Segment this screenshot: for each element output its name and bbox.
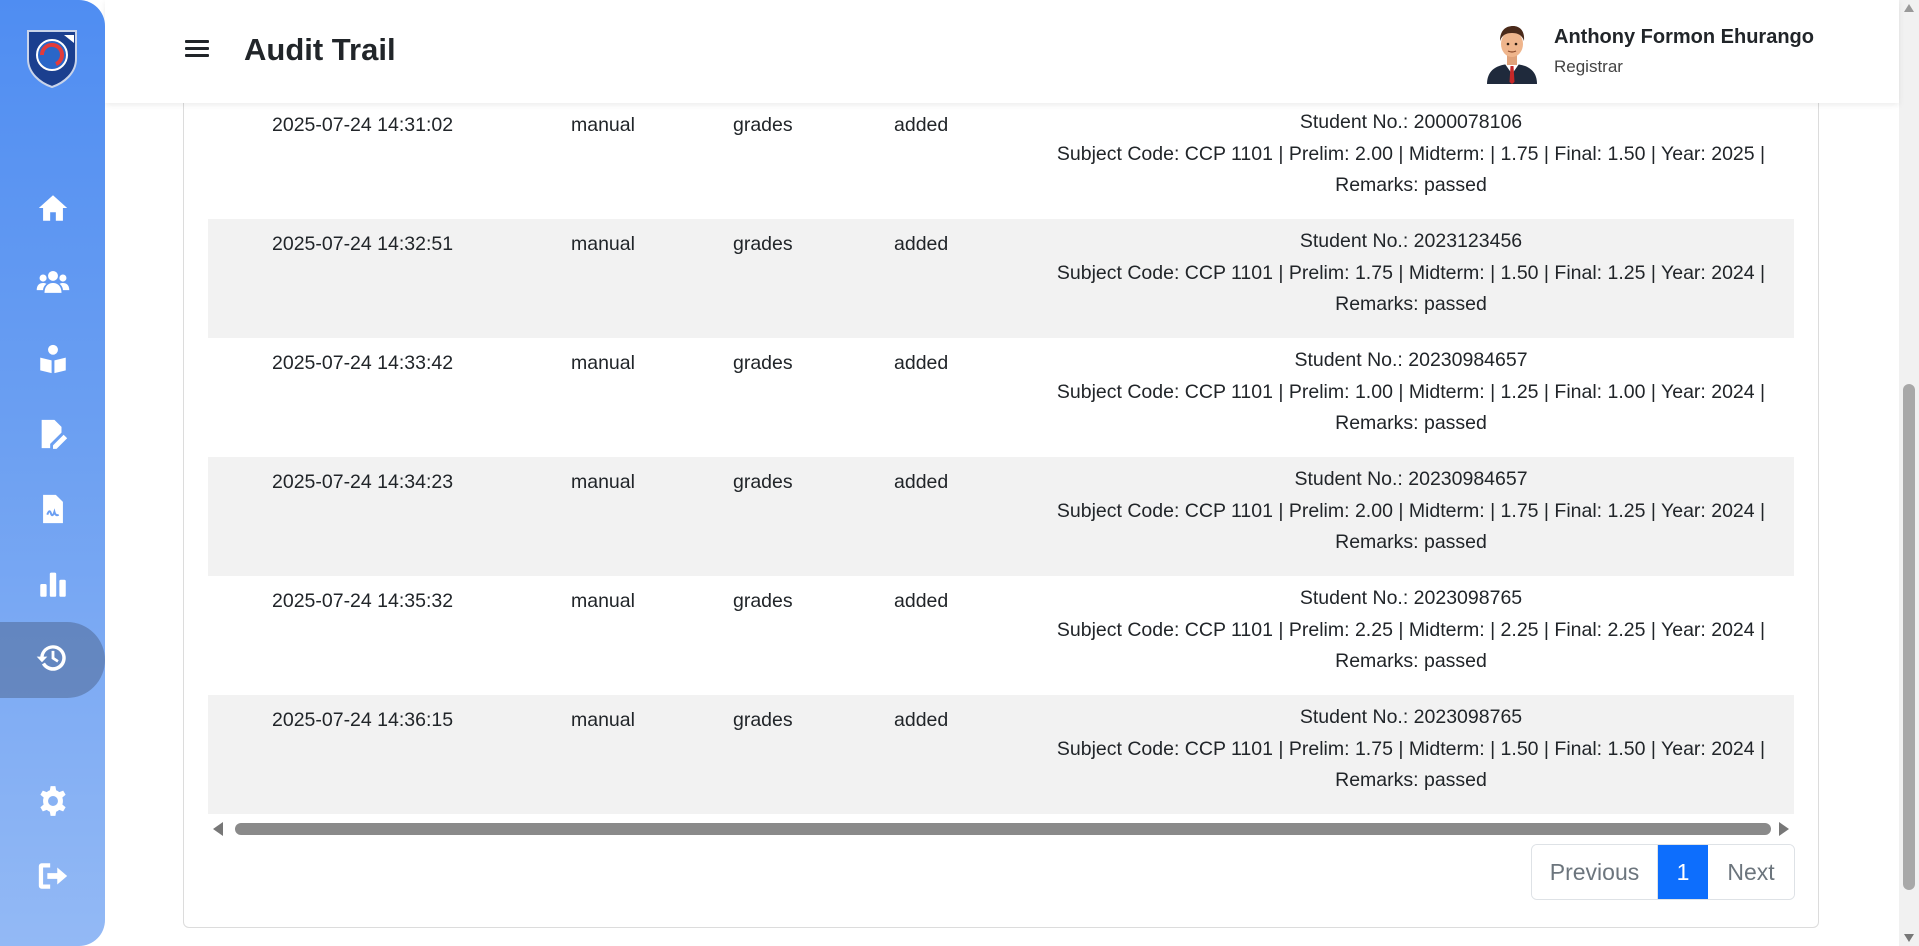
timestamp-cell: 2025-07-24 14:32:51	[272, 233, 454, 255]
table-name-cell: grades	[733, 709, 793, 731]
user-name: Anthony Formon Ehurango	[1554, 26, 1814, 48]
page-title: Audit Trail	[244, 32, 396, 67]
details-cell: Student No.: 20230984657 Subject Code: CC…	[1056, 468, 1766, 553]
school-logo[interactable]	[20, 25, 84, 89]
table-name-cell: grades	[733, 352, 793, 374]
student-reading-icon	[36, 342, 70, 381]
page-vertical-scrollbar[interactable]	[1899, 0, 1919, 946]
table-row: 2025-07-24 14:33:42 manual grades added Stud…	[208, 338, 1794, 457]
method-cell: manual	[571, 709, 635, 731]
timestamp-cell: 2025-07-24 14:36:15	[272, 709, 454, 731]
menu-toggle-icon[interactable]	[185, 36, 213, 64]
method-cell: manual	[571, 471, 635, 493]
sidebar	[0, 0, 105, 946]
bar-chart-icon	[36, 567, 70, 606]
gear-icon	[36, 784, 70, 823]
table-row: 2025-07-24 14:35:32 manual grades added Stud…	[208, 576, 1794, 695]
details-cell: Student No.: 2023098765 Subject Code: CCP…	[1056, 706, 1766, 791]
next-page-button[interactable]: Next	[1708, 845, 1794, 899]
table-name-cell: grades	[733, 590, 793, 612]
scroll-right-icon[interactable]	[1779, 822, 1789, 836]
nav-students[interactable]	[0, 323, 105, 399]
home-icon	[36, 191, 70, 230]
avatar[interactable]	[1483, 22, 1541, 84]
current-page-button[interactable]: 1	[1658, 845, 1708, 899]
action-cell: added	[894, 471, 949, 493]
details-cell: Student No.: 2023098765 Subject Code: CCP…	[1056, 587, 1766, 672]
nav-audit-trail[interactable]	[0, 622, 105, 698]
action-cell: added	[894, 709, 949, 731]
scroll-down-icon[interactable]	[1904, 934, 1914, 942]
method-cell: manual	[571, 352, 635, 374]
table-row: 2025-07-24 14:36:15 manual grades added Stud…	[208, 695, 1794, 814]
history-icon	[36, 641, 70, 680]
details-cell: Student No.: 2023123456 Subject Code: CCP…	[1056, 230, 1766, 315]
details-cell: Student No.: 2000078106 Subject Code: CCP…	[1056, 111, 1766, 196]
nav-reports[interactable]	[0, 473, 105, 549]
previous-page-button[interactable]: Previous	[1532, 845, 1658, 899]
details-cell: Student No.: 20230984657 Subject Code: CC…	[1056, 349, 1766, 434]
table-name-cell: grades	[733, 471, 793, 493]
file-signature-icon	[36, 492, 70, 531]
page-scroll-thumb[interactable]	[1903, 384, 1915, 890]
users-icon	[36, 266, 70, 305]
nav-analytics[interactable]	[0, 548, 105, 624]
table-name-cell: grades	[733, 233, 793, 255]
table-row: 2025-07-24 14:32:51 manual grades added Stud…	[208, 219, 1794, 338]
action-cell: added	[894, 114, 949, 136]
nav-logout[interactable]	[0, 840, 105, 916]
timestamp-cell: 2025-07-24 14:31:02	[272, 114, 454, 136]
table-row: 2025-07-24 14:31:02 manual grades added Stud…	[208, 100, 1794, 219]
nav-home[interactable]	[0, 172, 105, 248]
action-cell: added	[894, 590, 949, 612]
pagination: Previous 1 Next	[1531, 844, 1795, 900]
timestamp-cell: 2025-07-24 14:35:32	[272, 590, 454, 612]
logout-icon	[36, 859, 70, 898]
scroll-thumb[interactable]	[235, 823, 1771, 835]
nav-settings[interactable]	[0, 765, 105, 841]
top-header: Audit Trail Anthony Formon Ehurango Regi…	[105, 0, 1899, 103]
method-cell: manual	[571, 590, 635, 612]
user-role: Registrar	[1554, 57, 1623, 76]
nav-grades[interactable]	[0, 398, 105, 474]
file-edit-icon	[36, 417, 70, 456]
action-cell: added	[894, 233, 949, 255]
scroll-up-icon[interactable]	[1904, 4, 1914, 12]
timestamp-cell: 2025-07-24 14:33:42	[272, 352, 454, 374]
nav-users[interactable]	[0, 247, 105, 323]
table-row: 2025-07-24 14:34:23 manual grades added Stud…	[208, 457, 1794, 576]
scroll-left-icon[interactable]	[213, 822, 223, 836]
table-name-cell: grades	[733, 114, 793, 136]
method-cell: manual	[571, 114, 635, 136]
timestamp-cell: 2025-07-24 14:34:23	[272, 471, 454, 493]
action-cell: added	[894, 352, 949, 374]
table-horizontal-scrollbar[interactable]	[208, 818, 1794, 840]
method-cell: manual	[571, 233, 635, 255]
